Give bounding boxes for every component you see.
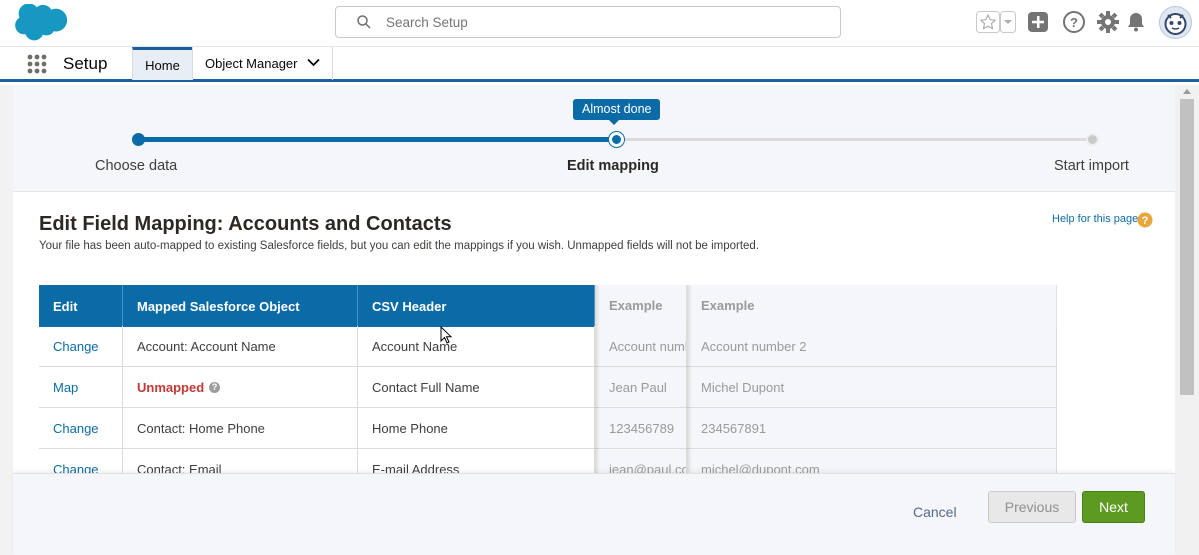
chevron-down-icon[interactable] <box>307 58 320 67</box>
scroll-up-arrow[interactable] <box>1183 89 1191 94</box>
page-scrollbar[interactable] <box>1176 85 1199 555</box>
svg-text:?: ? <box>1142 215 1149 227</box>
favorites-star-icon[interactable] <box>976 11 1000 33</box>
search-icon <box>357 15 371 29</box>
global-header: ? <box>0 0 1199 46</box>
row-1-change-link[interactable]: Change <box>39 326 123 367</box>
row-1-mapped-object: Account: Account Name <box>123 326 358 367</box>
page-subtitle: Your file has been auto-mapped to existi… <box>39 240 760 252</box>
user-avatar[interactable] <box>1159 6 1192 39</box>
unmapped-label: Unmapped <box>137 379 205 395</box>
cancel-button[interactable]: Cancel <box>913 504 957 520</box>
scroll-thumb[interactable] <box>1180 99 1194 395</box>
row-2-csv-header: Contact Full Name <box>358 367 595 408</box>
step-edit-mapping-marker[interactable] <box>609 132 624 147</box>
row-1-example-1: Account numb <box>595 326 687 367</box>
row-3-csv-header: Home Phone <box>358 408 595 449</box>
row-2-mapped-object: Unmapped ? <box>123 367 358 408</box>
svg-text:?: ? <box>1070 15 1078 30</box>
salesforce-logo[interactable] <box>14 4 70 42</box>
help-for-page-link[interactable]: Help for this page <box>1052 213 1138 225</box>
row-3-mapped-object: Contact: Home Phone <box>123 408 358 449</box>
progress-tooltip: Almost done <box>573 99 661 125</box>
step-edit-mapping-label: Edit mapping <box>567 158 659 174</box>
mouse-cursor-icon <box>440 326 452 344</box>
wizard-footer: Cancel Previous Next <box>13 473 1175 555</box>
search-input[interactable] <box>386 7 826 37</box>
import-wizard-panel: Almost done Choose data Edit mapping Sta… <box>13 85 1175 555</box>
header-edit: Edit <box>39 285 123 327</box>
global-add-icon[interactable] <box>1028 12 1048 32</box>
help-question-icon[interactable]: ? <box>1137 212 1153 228</box>
header-mapped-object: Mapped Salesforce Object <box>123 285 358 327</box>
header-example-2: Example <box>687 285 1057 327</box>
help-icon[interactable]: ? <box>1061 10 1087 34</box>
progress-fill <box>138 137 616 142</box>
row-1-csv-header: Account Name <box>358 326 595 367</box>
step-start-import-marker <box>1086 133 1099 146</box>
app-nav-bar: Setup Home Object Manager <box>0 46 1199 82</box>
row-3-example-2: 234567891 <box>687 408 1057 449</box>
setup-gear-icon[interactable] <box>1097 11 1119 33</box>
next-button[interactable]: Next <box>1082 491 1145 523</box>
row-3-change-link[interactable]: Change <box>39 408 123 449</box>
row-3-example-1: 123456789 <box>595 408 687 449</box>
step-start-import-label: Start import <box>1054 158 1129 174</box>
previous-button[interactable]: Previous <box>988 491 1076 523</box>
row-2-example-1: Jean Paul <box>595 367 687 408</box>
unmapped-help-icon[interactable]: ? <box>209 381 221 393</box>
tab-object-manager-label: Object Manager <box>205 56 298 71</box>
app-launcher-icon[interactable] <box>27 54 47 74</box>
search-bar[interactable] <box>335 6 841 38</box>
header-example-1: Example <box>595 285 687 327</box>
page-title: Edit Field Mapping: Accounts and Contact… <box>39 213 452 235</box>
tab-home[interactable]: Home <box>132 47 192 80</box>
row-1-example-2: Account number 2 <box>687 326 1057 367</box>
progress-indicator: Almost done Choose data Edit mapping Sta… <box>13 85 1175 192</box>
row-2-map-link[interactable]: Map <box>39 367 123 408</box>
tab-object-manager[interactable]: Object Manager <box>192 47 333 80</box>
tab-home-label: Home <box>145 57 180 73</box>
row-2-example-2: Michel Dupont <box>687 367 1057 408</box>
favorites-dropdown-icon[interactable] <box>1000 11 1016 33</box>
app-name: Setup <box>63 54 108 73</box>
step-choose-data-label: Choose data <box>95 158 178 174</box>
step-choose-data-marker[interactable] <box>132 133 145 146</box>
notifications-bell-icon[interactable] <box>1127 12 1145 32</box>
header-csv: CSV Header <box>358 285 595 327</box>
main-content: Almost done Choose data Edit mapping Sta… <box>0 85 1199 555</box>
